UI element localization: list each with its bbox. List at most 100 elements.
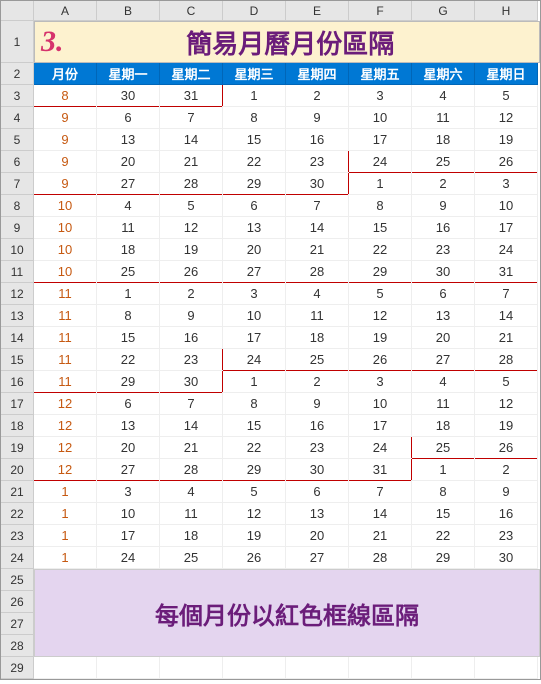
day-cell[interactable]: 21 <box>160 437 223 459</box>
day-cell[interactable]: 8 <box>412 481 475 503</box>
day-cell[interactable]: 10 <box>349 393 412 415</box>
day-cell[interactable]: 29 <box>223 173 286 195</box>
day-cell[interactable]: 2 <box>286 371 349 393</box>
day-cell[interactable]: 26 <box>223 547 286 569</box>
day-cell[interactable]: 3 <box>349 85 412 107</box>
day-cell[interactable]: 29 <box>412 547 475 569</box>
day-cell[interactable]: 3 <box>97 481 160 503</box>
row-header-1[interactable]: 1 <box>1 21 34 63</box>
day-cell[interactable]: 22 <box>223 151 286 173</box>
month-cell[interactable]: 9 <box>34 151 97 173</box>
day-cell[interactable]: 19 <box>475 129 538 151</box>
day-cell[interactable]: 18 <box>412 129 475 151</box>
day-cell[interactable]: 3 <box>475 173 538 195</box>
day-cell[interactable]: 9 <box>286 107 349 129</box>
day-cell[interactable]: 30 <box>160 371 223 393</box>
month-cell[interactable]: 8 <box>34 85 97 107</box>
month-cell[interactable]: 11 <box>34 327 97 349</box>
day-cell[interactable]: 11 <box>160 503 223 525</box>
col-H[interactable]: H <box>475 1 538 21</box>
day-cell[interactable]: 4 <box>412 85 475 107</box>
cell[interactable] <box>349 657 412 679</box>
footer-cell[interactable]: 每個月份以紅色框線區隔 <box>34 569 540 657</box>
day-cell[interactable]: 26 <box>349 349 412 371</box>
day-cell[interactable]: 26 <box>475 437 538 459</box>
day-cell[interactable]: 17 <box>349 415 412 437</box>
col-E[interactable]: E <box>286 1 349 21</box>
row-header[interactable]: 12 <box>1 283 34 305</box>
day-cell[interactable]: 18 <box>160 525 223 547</box>
day-cell[interactable]: 11 <box>412 393 475 415</box>
day-cell[interactable]: 9 <box>412 195 475 217</box>
row-header[interactable]: 14 <box>1 327 34 349</box>
day-cell[interactable]: 22 <box>97 349 160 371</box>
day-cell[interactable]: 3 <box>349 371 412 393</box>
day-cell[interactable]: 14 <box>475 305 538 327</box>
row-header[interactable]: 20 <box>1 459 34 481</box>
day-cell[interactable]: 21 <box>475 327 538 349</box>
day-cell[interactable]: 31 <box>160 85 223 107</box>
day-cell[interactable]: 31 <box>475 261 538 283</box>
row-header[interactable]: 5 <box>1 129 34 151</box>
day-cell[interactable]: 30 <box>97 85 160 107</box>
hdr-mon[interactable]: 星期一 <box>97 63 160 85</box>
day-cell[interactable]: 25 <box>160 547 223 569</box>
day-cell[interactable]: 5 <box>223 481 286 503</box>
month-cell[interactable]: 11 <box>34 371 97 393</box>
day-cell[interactable]: 7 <box>475 283 538 305</box>
day-cell[interactable]: 23 <box>412 239 475 261</box>
day-cell[interactable]: 2 <box>412 173 475 195</box>
corner-cell[interactable] <box>1 1 34 21</box>
day-cell[interactable]: 15 <box>97 327 160 349</box>
day-cell[interactable]: 7 <box>286 195 349 217</box>
month-cell[interactable]: 1 <box>34 481 97 503</box>
day-cell[interactable]: 5 <box>475 371 538 393</box>
day-cell[interactable]: 24 <box>475 239 538 261</box>
day-cell[interactable]: 31 <box>349 459 412 481</box>
day-cell[interactable]: 2 <box>286 85 349 107</box>
day-cell[interactable]: 2 <box>160 283 223 305</box>
day-cell[interactable]: 25 <box>286 349 349 371</box>
day-cell[interactable]: 27 <box>412 349 475 371</box>
day-cell[interactable]: 3 <box>223 283 286 305</box>
day-cell[interactable]: 28 <box>475 349 538 371</box>
month-cell[interactable]: 1 <box>34 525 97 547</box>
day-cell[interactable]: 16 <box>475 503 538 525</box>
day-cell[interactable]: 14 <box>286 217 349 239</box>
day-cell[interactable]: 17 <box>223 327 286 349</box>
row-header[interactable]: 7 <box>1 173 34 195</box>
day-cell[interactable]: 28 <box>286 261 349 283</box>
day-cell[interactable]: 14 <box>349 503 412 525</box>
day-cell[interactable]: 14 <box>160 415 223 437</box>
day-cell[interactable]: 19 <box>223 525 286 547</box>
day-cell[interactable]: 8 <box>97 305 160 327</box>
day-cell[interactable]: 28 <box>160 459 223 481</box>
day-cell[interactable]: 11 <box>412 107 475 129</box>
day-cell[interactable]: 8 <box>349 195 412 217</box>
day-cell[interactable]: 6 <box>223 195 286 217</box>
day-cell[interactable]: 27 <box>97 173 160 195</box>
day-cell[interactable]: 9 <box>160 305 223 327</box>
day-cell[interactable]: 5 <box>349 283 412 305</box>
day-cell[interactable]: 9 <box>475 481 538 503</box>
month-cell[interactable]: 12 <box>34 415 97 437</box>
day-cell[interactable]: 12 <box>349 305 412 327</box>
cell[interactable] <box>97 657 160 679</box>
cell[interactable] <box>286 657 349 679</box>
title-cell[interactable]: 3. 簡易月曆月份區隔 <box>34 21 540 63</box>
row-header[interactable]: 6 <box>1 151 34 173</box>
day-cell[interactable]: 24 <box>223 349 286 371</box>
day-cell[interactable]: 30 <box>412 261 475 283</box>
day-cell[interactable]: 20 <box>412 327 475 349</box>
day-cell[interactable]: 12 <box>223 503 286 525</box>
hdr-month[interactable]: 月份 <box>34 63 97 85</box>
day-cell[interactable]: 29 <box>349 261 412 283</box>
row-header[interactable]: 17 <box>1 393 34 415</box>
row-header-29[interactable]: 29 <box>1 657 34 679</box>
day-cell[interactable]: 30 <box>286 459 349 481</box>
month-cell[interactable]: 11 <box>34 283 97 305</box>
day-cell[interactable]: 11 <box>286 305 349 327</box>
day-cell[interactable]: 14 <box>160 129 223 151</box>
day-cell[interactable]: 30 <box>475 547 538 569</box>
day-cell[interactable]: 16 <box>286 129 349 151</box>
